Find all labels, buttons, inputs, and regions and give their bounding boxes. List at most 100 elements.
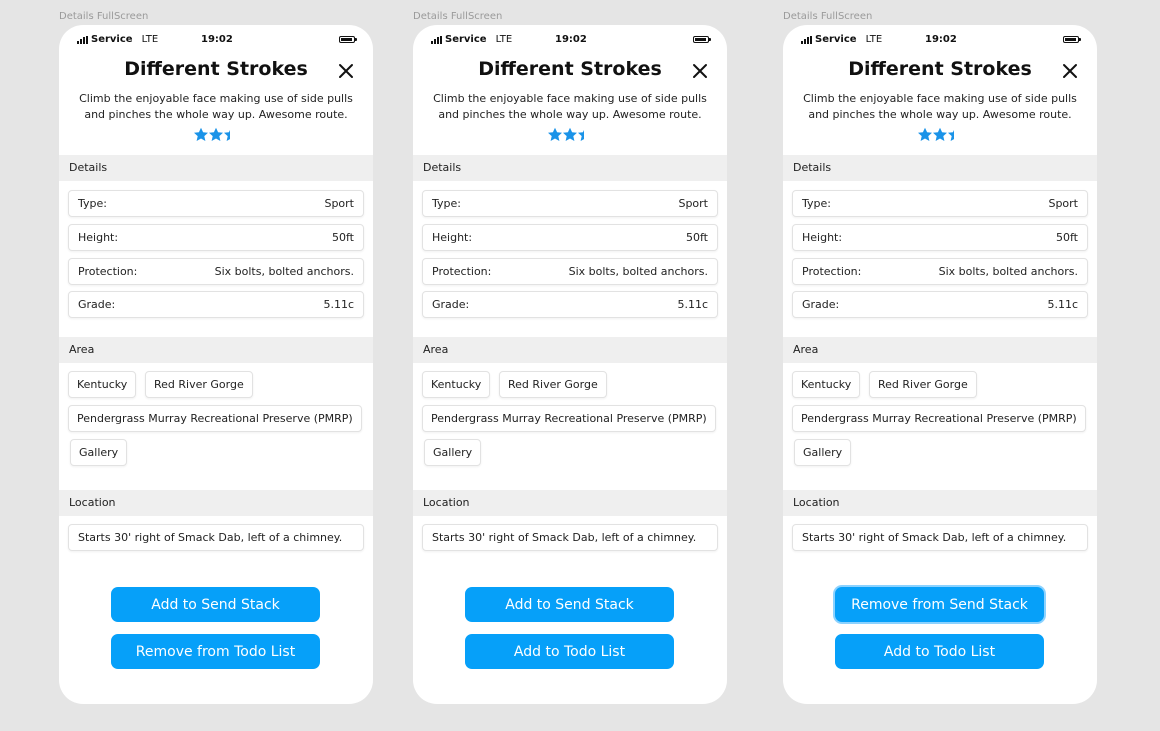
route-description: Climb the enjoyable face making use of s… <box>79 92 353 121</box>
route-description: Climb the enjoyable face making use of s… <box>433 92 707 121</box>
detail-row-grade: Grade: 5.11c <box>422 291 718 318</box>
detail-row-height: Height: 50ft <box>422 224 718 251</box>
star-icon <box>933 127 947 141</box>
star-icon <box>563 127 577 141</box>
location-header: Location <box>783 490 1097 516</box>
battery-icon <box>1063 36 1081 43</box>
network-type: LTE <box>141 34 159 45</box>
star-icon <box>918 127 932 141</box>
star-rating <box>59 127 373 143</box>
detail-value: 50ft <box>332 231 354 244</box>
area-header: Area <box>413 337 727 363</box>
send-stack-button[interactable]: Add to Send Stack <box>465 587 674 622</box>
area-tag-wall[interactable]: Gallery <box>424 439 482 466</box>
todo-list-button[interactable]: Remove from Todo List <box>111 634 320 669</box>
star-rating <box>413 127 727 143</box>
phone-screen: Service LTE 19:02 Different Strokes Clim… <box>59 25 373 704</box>
detail-row-protection: Protection: Six bolts, bolted anchors. <box>422 258 718 285</box>
send-stack-button[interactable]: Remove from Send Stack <box>835 587 1044 622</box>
detail-label: Grade: <box>802 298 840 311</box>
detail-label: Height: <box>802 231 843 244</box>
route-description: Climb the enjoyable face making use of s… <box>803 92 1077 121</box>
carrier-name: Service <box>445 34 487 45</box>
frame-label: Details FullScreen <box>413 11 503 22</box>
carrier-name: Service <box>815 34 857 45</box>
frame-label: Details FullScreen <box>783 11 873 22</box>
todo-list-button[interactable]: Add to Todo List <box>835 634 1044 669</box>
signal-icon <box>77 35 88 44</box>
location-value: Starts 30' right of Smack Dab, left of a… <box>432 531 697 544</box>
area-tag-region[interactable]: Red River Gorge <box>499 371 607 398</box>
detail-value: 50ft <box>1056 231 1078 244</box>
detail-label: Protection: <box>432 265 492 278</box>
status-bar: Service LTE 19:02 <box>413 25 727 55</box>
area-tag-state[interactable]: Kentucky <box>68 371 137 398</box>
area-tag-state[interactable]: Kentucky <box>792 371 861 398</box>
close-icon[interactable] <box>338 63 354 79</box>
detail-label: Protection: <box>802 265 862 278</box>
detail-value: 5.11c <box>1047 298 1078 311</box>
phone-screen: Service LTE 19:02 Different Strokes Clim… <box>783 25 1097 704</box>
location-text: Starts 30' right of Smack Dab, left of a… <box>68 524 364 551</box>
send-stack-button[interactable]: Add to Send Stack <box>111 587 320 622</box>
area-tag-region[interactable]: Red River Gorge <box>145 371 253 398</box>
network-type: LTE <box>865 34 883 45</box>
detail-row-type: Type: Sport <box>792 190 1088 217</box>
detail-value: Six bolts, bolted anchors. <box>938 265 1078 278</box>
detail-label: Type: <box>802 197 831 210</box>
detail-row-height: Height: 50ft <box>68 224 364 251</box>
status-time: 19:02 <box>555 34 587 45</box>
area-tag-region[interactable]: Red River Gorge <box>869 371 977 398</box>
route-title: Different Strokes <box>124 58 308 80</box>
details-header: Details <box>783 155 1097 181</box>
carrier-name: Service <box>91 34 133 45</box>
detail-row-grade: Grade: 5.11c <box>792 291 1088 318</box>
area-tag-preserve[interactable]: Pendergrass Murray Recreational Preserve… <box>422 405 716 432</box>
area-header: Area <box>783 337 1097 363</box>
detail-label: Type: <box>432 197 461 210</box>
location-text: Starts 30' right of Smack Dab, left of a… <box>792 524 1088 551</box>
detail-value: Six bolts, bolted anchors. <box>214 265 354 278</box>
area-tag-wall[interactable]: Gallery <box>70 439 128 466</box>
detail-label: Type: <box>78 197 107 210</box>
area-tag-state[interactable]: Kentucky <box>422 371 491 398</box>
detail-row-protection: Protection: Six bolts, bolted anchors. <box>792 258 1088 285</box>
detail-label: Height: <box>432 231 473 244</box>
detail-row-height: Height: 50ft <box>792 224 1088 251</box>
detail-row-type: Type: Sport <box>422 190 718 217</box>
detail-value: 50ft <box>686 231 708 244</box>
status-time: 19:02 <box>201 34 233 45</box>
location-value: Starts 30' right of Smack Dab, left of a… <box>78 531 343 544</box>
detail-label: Grade: <box>78 298 116 311</box>
status-time: 19:02 <box>925 34 957 45</box>
detail-row-type: Type: Sport <box>68 190 364 217</box>
area-tag-preserve[interactable]: Pendergrass Murray Recreational Preserve… <box>792 405 1086 432</box>
details-header: Details <box>413 155 727 181</box>
route-title: Different Strokes <box>848 58 1032 80</box>
area-tag-preserve[interactable]: Pendergrass Murray Recreational Preserve… <box>68 405 362 432</box>
battery-icon <box>693 36 711 43</box>
star-rating <box>783 127 1097 143</box>
route-title: Different Strokes <box>478 58 662 80</box>
area-header: Area <box>59 337 373 363</box>
area-tag-wall[interactable]: Gallery <box>794 439 852 466</box>
location-header: Location <box>413 490 727 516</box>
detail-value: 5.11c <box>323 298 354 311</box>
location-header: Location <box>59 490 373 516</box>
detail-label: Protection: <box>78 265 138 278</box>
status-bar: Service LTE 19:02 <box>59 25 373 55</box>
details-header: Details <box>59 155 373 181</box>
frame-label: Details FullScreen <box>59 11 149 22</box>
close-icon[interactable] <box>692 63 708 79</box>
half-star-icon <box>224 129 230 141</box>
half-star-icon <box>948 129 954 141</box>
todo-list-button[interactable]: Add to Todo List <box>465 634 674 669</box>
detail-label: Height: <box>78 231 119 244</box>
detail-row-grade: Grade: 5.11c <box>68 291 364 318</box>
detail-value: 5.11c <box>677 298 708 311</box>
close-icon[interactable] <box>1062 63 1078 79</box>
status-bar: Service LTE 19:02 <box>783 25 1097 55</box>
star-icon <box>209 127 223 141</box>
star-icon <box>548 127 562 141</box>
half-star-icon <box>578 129 584 141</box>
